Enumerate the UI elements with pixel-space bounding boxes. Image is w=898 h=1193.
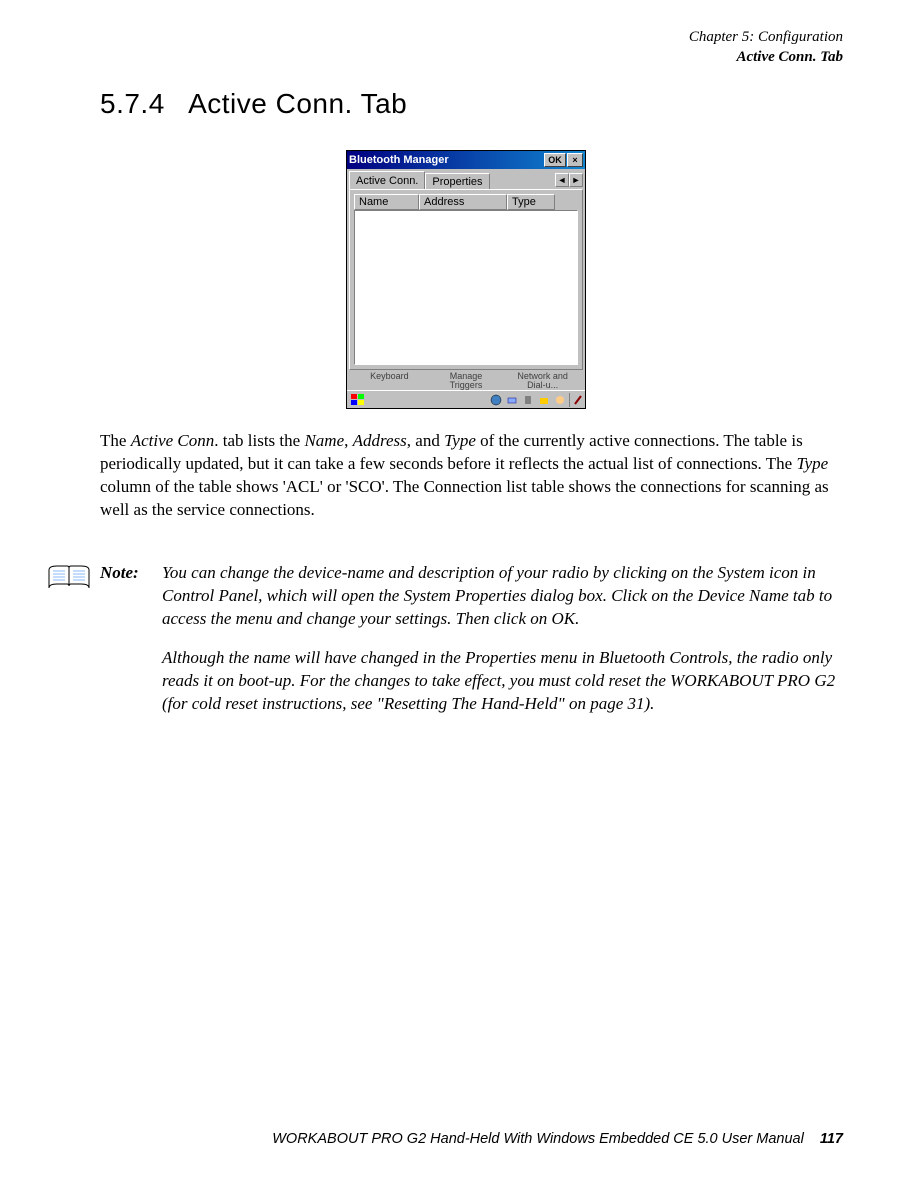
note-body: You can change the device-name and descr… xyxy=(162,562,845,732)
tray-folder-icon[interactable] xyxy=(537,393,551,407)
section-heading: 5.7.4 Active Conn. Tab xyxy=(100,88,407,120)
tray-globe-icon[interactable] xyxy=(489,393,503,407)
desktop-icons-row: Keyboard Manage Triggers Network and Dia… xyxy=(347,372,585,390)
tray-hand-icon[interactable] xyxy=(553,393,567,407)
window-title: Bluetooth Manager xyxy=(349,154,543,166)
heading-title: Active Conn. Tab xyxy=(188,88,407,119)
tab-nav: ◄ ► xyxy=(555,173,583,187)
tab-nav-left[interactable]: ◄ xyxy=(555,173,569,187)
bg-network-label: Network and Dial-u... xyxy=(513,372,573,388)
tab-active-conn[interactable]: Active Conn. xyxy=(349,171,425,189)
list-header: Name Address Type xyxy=(354,194,578,210)
book-icon xyxy=(45,562,93,592)
column-type[interactable]: Type xyxy=(507,194,555,210)
heading-number: 5.7.4 xyxy=(100,88,165,119)
bluetooth-manager-window: Bluetooth Manager OK × Active Conn. Prop… xyxy=(346,150,586,409)
note-p2: Although the name will have changed in t… xyxy=(162,647,845,716)
tab-properties[interactable]: Properties xyxy=(425,173,489,189)
body-paragraph: The Active Conn. tab lists the Name, Add… xyxy=(100,430,845,522)
panel: Name Address Type xyxy=(349,189,583,370)
column-address[interactable]: Address xyxy=(419,194,507,210)
page-header: Chapter 5: Configuration Active Conn. Ta… xyxy=(689,28,843,67)
header-section: Active Conn. Tab xyxy=(689,48,843,68)
footer-text: WORKABOUT PRO G2 Hand-Held With Windows … xyxy=(272,1131,804,1147)
taskbar xyxy=(347,390,585,408)
tray-pen-icon[interactable] xyxy=(569,393,583,407)
ok-button[interactable]: OK xyxy=(544,153,566,167)
tray-device-icon[interactable] xyxy=(521,393,535,407)
tray-network-icon[interactable] xyxy=(505,393,519,407)
start-button[interactable] xyxy=(349,393,367,407)
system-tray xyxy=(489,393,583,407)
tab-nav-right[interactable]: ► xyxy=(569,173,583,187)
column-name[interactable]: Name xyxy=(354,194,419,210)
screenshot: Bluetooth Manager OK × Active Conn. Prop… xyxy=(346,150,586,409)
page-footer: WORKABOUT PRO G2 Hand-Held With Windows … xyxy=(272,1131,843,1147)
note-label: Note: xyxy=(100,562,162,732)
connection-list[interactable] xyxy=(354,210,578,365)
page-number: 117 xyxy=(820,1131,843,1147)
titlebar: Bluetooth Manager OK × xyxy=(347,151,585,169)
tab-strip: Active Conn. Properties ◄ ► xyxy=(347,169,585,189)
bg-manage-label: Manage Triggers xyxy=(436,372,496,388)
header-chapter: Chapter 5: Configuration xyxy=(689,28,843,48)
close-button[interactable]: × xyxy=(567,153,583,167)
note-block: Note: You can change the device-name and… xyxy=(100,562,845,732)
bg-keyboard-label: Keyboard xyxy=(359,372,419,388)
note-p1: You can change the device-name and descr… xyxy=(162,562,845,631)
